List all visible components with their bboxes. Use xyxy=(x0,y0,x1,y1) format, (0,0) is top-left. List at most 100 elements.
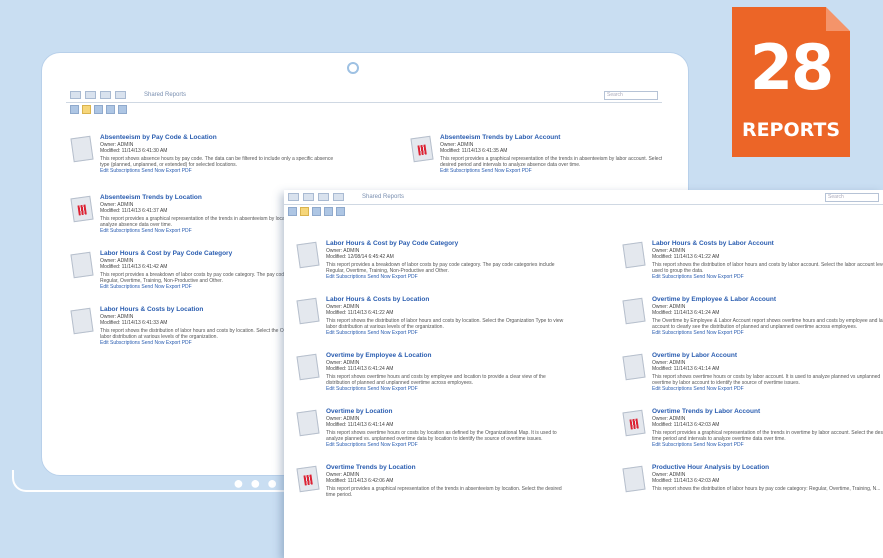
report-description: This report shows overtime hours or cost… xyxy=(652,374,881,386)
report-description: This report provides a breakdown of labo… xyxy=(326,262,555,274)
report-title-link[interactable]: Overtime by Labor Account xyxy=(652,352,883,360)
view-button[interactable] xyxy=(100,91,111,99)
report-icon xyxy=(70,251,94,279)
chart-report-icon xyxy=(410,135,434,163)
page-fold-icon xyxy=(826,7,850,31)
details-view-icon[interactable] xyxy=(106,104,115,114)
report-item: Overtime by Location Owner: ADMIN Modified… xyxy=(296,408,568,448)
report-item: Productive Hour Analysis by Location Owne… xyxy=(622,464,883,493)
report-modified: Modified: 11/14/13 6:41:30 AM xyxy=(100,148,168,154)
report-title-link[interactable]: Absenteeism by Pay Code & Location xyxy=(100,134,342,142)
report-description: This report shows the distribution of la… xyxy=(652,262,883,274)
window-shared-reports-front: Shared Reports Search Labor Hours & Cost… xyxy=(284,190,883,558)
report-body: Overtime by Location Owner: ADMIN Modified… xyxy=(326,408,568,448)
report-actions[interactable]: Edit Subscriptions Send Now Export PDF xyxy=(326,442,568,448)
forward-button[interactable] xyxy=(303,193,314,201)
report-title-link[interactable]: Overtime by Employee & Location xyxy=(326,352,568,360)
chart-report-icon xyxy=(296,465,320,493)
report-description: This report shows overtime hours and cos… xyxy=(326,374,546,386)
report-icon xyxy=(622,241,646,269)
folder-icon[interactable] xyxy=(82,104,91,114)
toolbar: Shared Reports Search xyxy=(66,88,662,103)
report-title-link[interactable]: Overtime Trends by Labor Account xyxy=(652,408,883,416)
report-actions[interactable]: Edit Subscriptions Send Now Export PDF xyxy=(652,442,883,448)
badge-label: REPORTS xyxy=(741,119,841,141)
webcam-icon xyxy=(347,62,359,74)
report-actions[interactable]: Edit Subscriptions Send Now Export PDF xyxy=(100,168,342,174)
toolbar: Shared Reports Search xyxy=(284,190,883,205)
report-item: Overtime by Employee & Labor Account Owne… xyxy=(622,296,883,336)
report-title-link[interactable]: Overtime Trends by Location xyxy=(326,464,568,472)
report-body: Absenteeism Trends by Labor Account Owner… xyxy=(440,134,662,174)
report-title-link[interactable]: Productive Hour Analysis by Location xyxy=(652,464,883,472)
report-title-link[interactable]: Absenteeism Trends by Labor Account xyxy=(440,134,662,142)
search-input[interactable]: Search xyxy=(604,90,658,100)
report-actions[interactable]: Edit Subscriptions Send Now Export PDF xyxy=(652,274,883,280)
chart-report-icon xyxy=(622,409,646,437)
report-description: This report provides a graphical represe… xyxy=(326,486,562,498)
delete-icon[interactable] xyxy=(336,206,345,216)
options-button[interactable] xyxy=(333,193,344,201)
report-title-link[interactable]: Labor Hours & Costs by Labor Account xyxy=(652,240,883,248)
report-modified: Modified: 11/14/13 6:42:03 AM xyxy=(652,478,720,484)
view-button[interactable] xyxy=(318,193,329,201)
breadcrumb[interactable]: Shared Reports xyxy=(144,92,186,98)
report-icon xyxy=(296,353,320,381)
grid-view-icon[interactable] xyxy=(94,104,103,114)
folder-icon[interactable] xyxy=(300,206,309,216)
badge-number: 28 xyxy=(749,31,834,104)
forward-button[interactable] xyxy=(85,91,96,99)
options-button[interactable] xyxy=(115,91,126,99)
report-actions[interactable]: Edit Subscriptions Send Now Export PDF xyxy=(326,330,568,336)
report-body: Overtime by Labor Account Owner: ADMIN Mod… xyxy=(652,352,883,392)
search-input[interactable]: Search xyxy=(825,192,879,202)
breadcrumb[interactable]: Shared Reports xyxy=(362,194,404,200)
report-modified: Modified: 11/14/13 6:41:22 AM xyxy=(652,254,720,260)
report-modified: Modified: 11/14/13 6:41:24 AM xyxy=(652,310,720,316)
report-title-link[interactable]: Overtime by Location xyxy=(326,408,568,416)
report-actions[interactable]: Edit Subscriptions Send Now Export PDF xyxy=(652,330,883,336)
report-description: This report shows overtime hours or cost… xyxy=(326,430,557,442)
report-actions[interactable]: Edit Subscriptions Send Now Export PDF xyxy=(440,168,662,174)
report-body: Labor Hours & Costs by Labor Account Owne… xyxy=(652,240,883,280)
report-body: Labor Hours & Costs by Location Owner: AD… xyxy=(326,296,568,336)
report-modified: Modified: 11/14/13 6:41:14 AM xyxy=(326,422,394,428)
report-description: This report shows absence hours by pay c… xyxy=(100,156,334,168)
report-modified: Modified: 11/14/13 6:41:24 AM xyxy=(326,366,394,372)
report-icon xyxy=(622,465,646,493)
report-actions[interactable]: Edit Subscriptions Send Now Export PDF xyxy=(326,386,568,392)
report-actions[interactable]: Edit Subscriptions Send Now Export PDF xyxy=(326,274,568,280)
report-body: Labor Hours & Cost by Pay Code Category O… xyxy=(326,240,568,280)
report-item: Overtime by Employee & Location Owner: AD… xyxy=(296,352,568,392)
report-item: Absenteeism Trends by Labor Account Owner… xyxy=(410,134,662,174)
report-description: This report shows the distribution of la… xyxy=(652,486,881,492)
delete-icon[interactable] xyxy=(118,104,127,114)
report-item: Labor Hours & Costs by Labor Account Owne… xyxy=(622,240,883,280)
details-view-icon[interactable] xyxy=(324,206,333,216)
report-modified: Modified: 12/08/14 6:45:42 AM xyxy=(326,254,394,260)
laptop-dots-icon: ●●● xyxy=(233,473,284,493)
report-modified: Modified: 11/14/13 6:41:35 AM xyxy=(440,148,508,154)
report-description: This report shows the distribution of la… xyxy=(326,318,564,330)
report-modified: Modified: 11/14/13 6:42:06 AM xyxy=(326,478,394,484)
report-icon xyxy=(296,297,320,325)
report-body: Overtime Trends by Location Owner: ADMIN M… xyxy=(326,464,568,498)
report-icon xyxy=(296,241,320,269)
list-view-icon[interactable] xyxy=(70,104,79,114)
back-button[interactable] xyxy=(288,193,299,201)
report-actions[interactable]: Edit Subscriptions Send Now Export PDF xyxy=(652,386,883,392)
report-icon xyxy=(622,297,646,325)
report-item: Labor Hours & Costs by Location Owner: AD… xyxy=(296,296,568,336)
reports-count-badge: 28 REPORTS xyxy=(732,7,850,157)
report-icon xyxy=(622,353,646,381)
back-button[interactable] xyxy=(70,91,81,99)
report-description: The Overtime by Employee & Labor Account… xyxy=(652,318,883,330)
report-title-link[interactable]: Overtime by Employee & Labor Account xyxy=(652,296,883,304)
grid-view-icon[interactable] xyxy=(312,206,321,216)
report-title-link[interactable]: Labor Hours & Cost by Pay Code Category xyxy=(326,240,568,248)
report-item: Overtime Trends by Location Owner: ADMIN M… xyxy=(296,464,568,498)
report-body: Productive Hour Analysis by Location Owne… xyxy=(652,464,883,492)
report-title-link[interactable]: Labor Hours & Costs by Location xyxy=(326,296,568,304)
report-icon xyxy=(296,409,320,437)
list-view-icon[interactable] xyxy=(288,206,297,216)
